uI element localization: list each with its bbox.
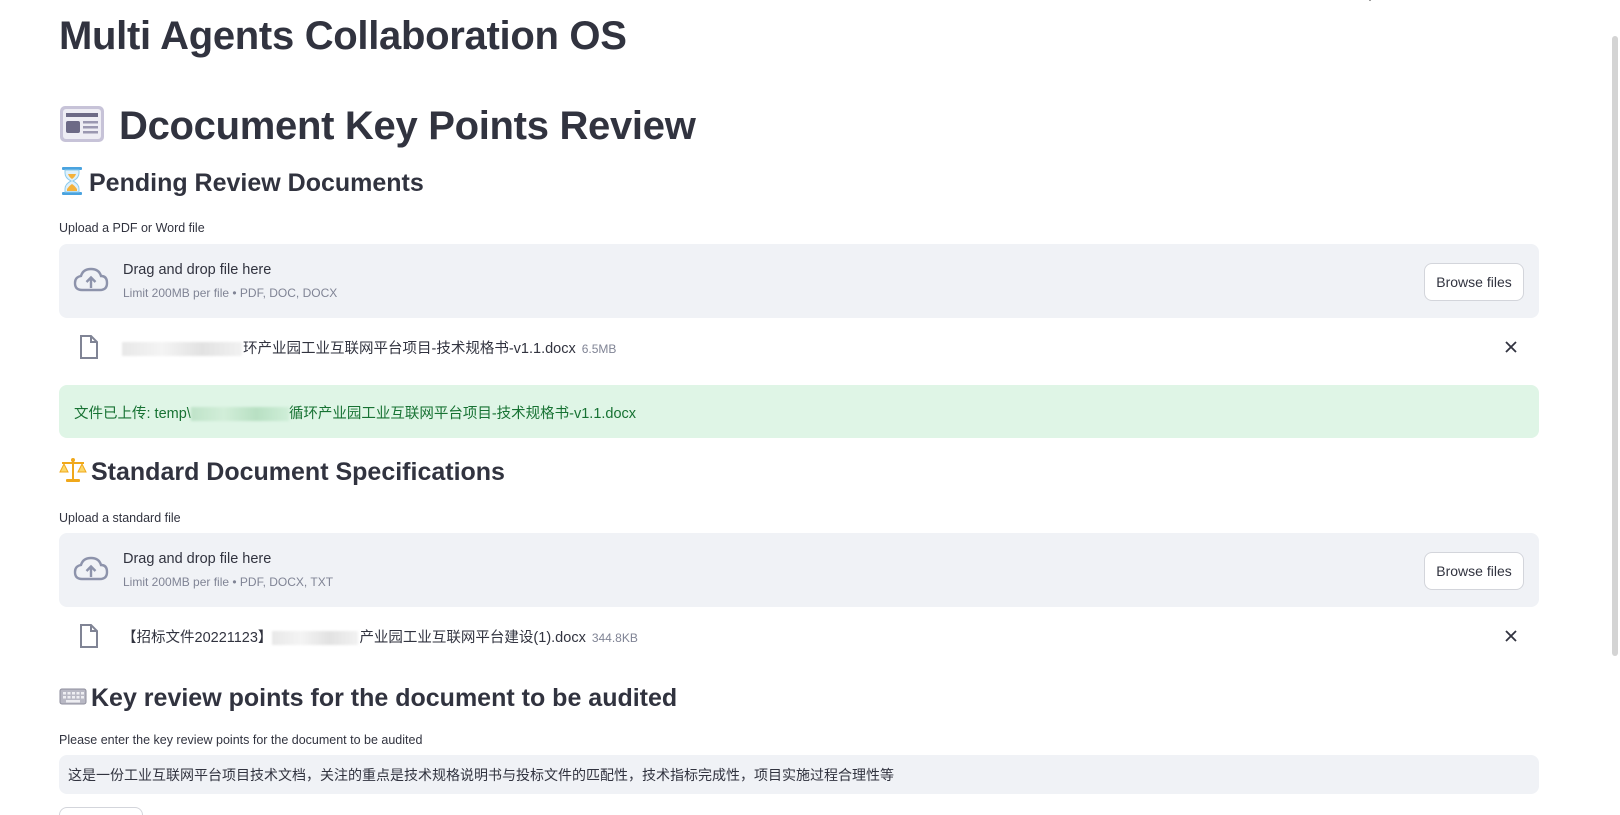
review-section-heading: Key review points for the document to be… bbox=[59, 684, 677, 713]
standard-uploaded-file: 【招标文件20221123】 产业园工业互联网平台建设(1).docx 344.8K… bbox=[59, 617, 1539, 657]
scrollbar[interactable] bbox=[1612, 0, 1620, 815]
app-title: Multi Agents Collaboration OS bbox=[59, 14, 627, 58]
redacted-text bbox=[272, 631, 359, 646]
page-title-text: Dcocument Key Points Review bbox=[119, 103, 696, 148]
page-title: Dcocument Key Points Review bbox=[59, 96, 696, 156]
remove-file-button[interactable] bbox=[1499, 625, 1523, 649]
scrollbar-thumb[interactable] bbox=[1612, 36, 1618, 656]
success-message: 文件已上传: temp\ 循环产业园工业互联网平台项目-技术规格书-v1.1.do… bbox=[74, 402, 636, 423]
file-name-text: 产业园工业互联网平台建设(1).docx bbox=[359, 630, 586, 646]
standard-heading-text: Standard Document Specifications bbox=[91, 458, 505, 486]
standard-section-heading: Standard Document Specifications bbox=[59, 456, 505, 489]
review-heading-text: Key review points for the document to be… bbox=[91, 684, 678, 712]
remove-file-button[interactable] bbox=[1499, 336, 1523, 360]
redacted-text bbox=[190, 407, 289, 422]
file-icon bbox=[79, 335, 99, 359]
file-name-prefix: 【招标文件20221123】 bbox=[122, 630, 273, 646]
scales-icon bbox=[59, 456, 87, 489]
dropzone-main-text: Drag and drop file here bbox=[123, 551, 272, 567]
review-input-label: Please enter the key review points for t… bbox=[59, 733, 423, 747]
standard-dropzone[interactable]: Drag and drop file here Limit 200MB per … bbox=[59, 533, 1539, 607]
file-name-text: 环产业园工业互联网平台项目-技术规格书-v1.1.docx bbox=[243, 341, 576, 357]
uploaded-file-name: 【招标文件20221123】 产业园工业互联网平台建设(1).docx 344.8K… bbox=[122, 626, 638, 647]
standard-upload-label: Upload a standard file bbox=[59, 511, 181, 525]
dropzone-limit-text: Limit 200MB per file • PDF, DOCX, TXT bbox=[123, 575, 334, 589]
pending-upload-label: Upload a PDF or Word file bbox=[59, 221, 205, 235]
pending-section-heading: Pending Review Documents bbox=[59, 166, 424, 201]
dropzone-main-text: Drag and drop file here bbox=[123, 262, 272, 278]
cloud-upload-icon bbox=[73, 266, 109, 296]
close-icon bbox=[1505, 630, 1517, 642]
hourglass-icon bbox=[59, 166, 85, 201]
file-icon bbox=[79, 624, 99, 648]
success-prefix: 文件已上传: temp\ bbox=[74, 406, 191, 422]
pending-heading-text: Pending Review Documents bbox=[89, 169, 424, 197]
review-points-input[interactable] bbox=[59, 755, 1539, 794]
chevron-down-icon[interactable] bbox=[1364, 0, 1376, 4]
keyboard-icon bbox=[59, 686, 87, 711]
success-suffix: 循环产业园工业互联网平台项目-技术规格书-v1.1.docx bbox=[288, 406, 637, 422]
file-size: 344.8KB bbox=[591, 631, 638, 645]
submit-button[interactable] bbox=[59, 807, 143, 815]
pending-dropzone[interactable]: Drag and drop file here Limit 200MB per … bbox=[59, 244, 1539, 318]
close-icon bbox=[1505, 341, 1517, 353]
pending-uploaded-file: 环产业园工业互联网平台项目-技术规格书-v1.1.docx 6.5MB bbox=[59, 328, 1539, 368]
redacted-text bbox=[122, 342, 242, 357]
newspaper-icon bbox=[59, 103, 105, 150]
cloud-upload-icon bbox=[73, 555, 109, 585]
browse-files-button[interactable]: Browse files bbox=[1424, 552, 1524, 590]
file-size: 6.5MB bbox=[581, 342, 617, 356]
browse-files-button[interactable]: Browse files bbox=[1424, 263, 1524, 301]
dropzone-limit-text: Limit 200MB per file • PDF, DOC, DOCX bbox=[123, 286, 338, 300]
upload-success-alert: 文件已上传: temp\ 循环产业园工业互联网平台项目-技术规格书-v1.1.do… bbox=[59, 385, 1539, 438]
uploaded-file-name: 环产业园工业互联网平台项目-技术规格书-v1.1.docx 6.5MB bbox=[122, 337, 616, 358]
